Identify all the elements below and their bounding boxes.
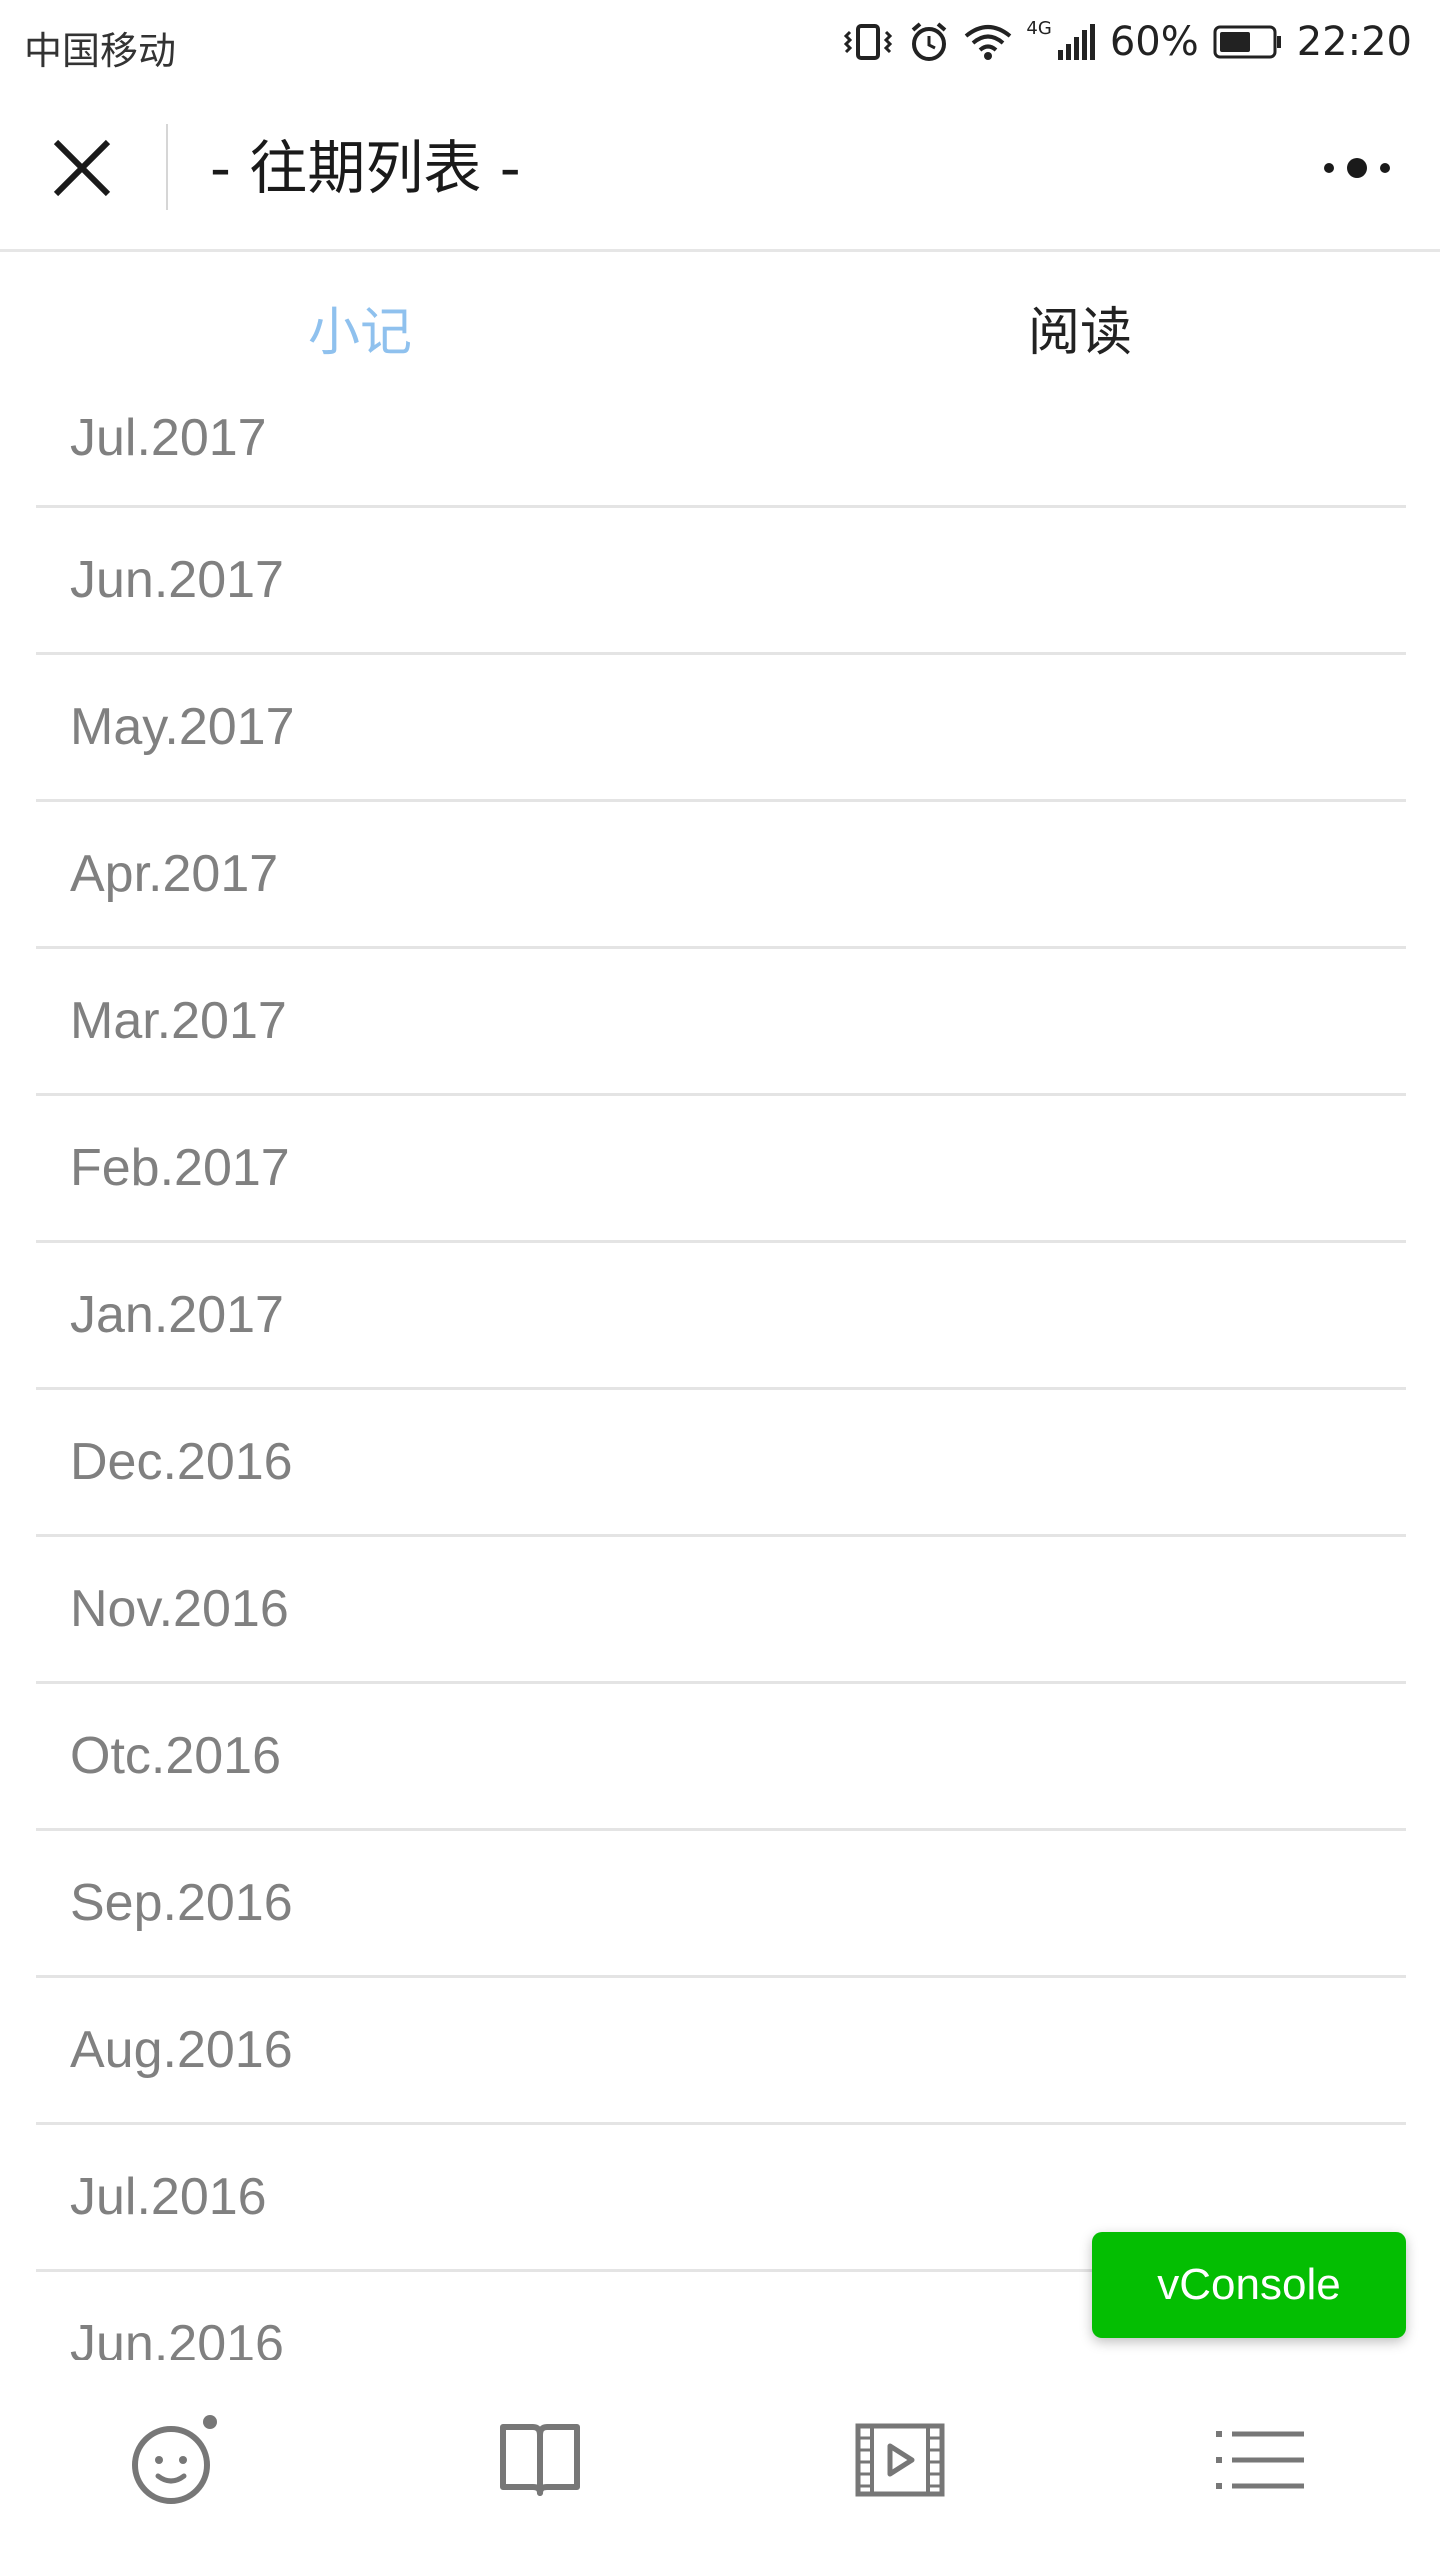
- month-label: Jun.2016: [70, 2315, 284, 2360]
- close-icon: [53, 139, 111, 197]
- alarm-icon: [912, 22, 947, 61]
- battery-percent: 60%: [1109, 19, 1199, 65]
- bottom-tab-video[interactable]: [830, 2390, 970, 2530]
- month-label: Jun.2017: [70, 551, 284, 609]
- list-item[interactable]: Otc.2016: [36, 1684, 1406, 1831]
- month-label: Nov.2016: [70, 1580, 289, 1638]
- carrier-label: 中国移动: [24, 29, 177, 73]
- bottom-tab-list[interactable]: [1190, 2390, 1330, 2530]
- list-item[interactable]: Sep.2016: [36, 1831, 1406, 1978]
- bottom-tab-reading[interactable]: [470, 2390, 610, 2530]
- list-item[interactable]: May.2017: [36, 655, 1406, 802]
- navigation-bar: - 往期列表 -: [0, 84, 1440, 252]
- bottom-tab-bar: [0, 2360, 1440, 2560]
- month-label: Dec.2016: [70, 1433, 293, 1491]
- list-item[interactable]: Dec.2016: [36, 1390, 1406, 1537]
- list-item[interactable]: Nov.2016: [36, 1537, 1406, 1684]
- list-item[interactable]: Aug.2016: [36, 1978, 1406, 2125]
- status-bar: 中国移动 4G 60% 22:20: [0, 0, 1440, 84]
- month-label: Jul.2016: [70, 2168, 267, 2226]
- list-item[interactable]: Jan.2017: [36, 1243, 1406, 1390]
- book-icon: [500, 2424, 580, 2496]
- list-item[interactable]: Feb.2017: [36, 1096, 1406, 1243]
- nav-divider: [166, 124, 168, 210]
- close-button[interactable]: [40, 126, 124, 210]
- month-label: Mar.2017: [70, 992, 287, 1050]
- list-item[interactable]: Jul.2017: [36, 370, 1406, 508]
- month-label: Jan.2017: [70, 1286, 284, 1344]
- month-label: Sep.2016: [70, 1874, 293, 1932]
- more-dots-icon: [1324, 158, 1390, 178]
- clock-time: 22:20: [1296, 19, 1412, 65]
- month-label: Aug.2016: [70, 2021, 293, 2079]
- battery-icon: [1213, 25, 1281, 59]
- list-item[interactable]: Jun.2017: [36, 508, 1406, 655]
- vconsole-button[interactable]: vConsole: [1092, 2232, 1406, 2338]
- status-icons: 4G 60% 22:20: [842, 14, 1412, 70]
- month-label: May.2017: [70, 698, 295, 756]
- network-type-label: 4G: [1026, 18, 1052, 39]
- month-label: Apr.2017: [70, 845, 279, 903]
- list-item[interactable]: Apr.2017: [36, 802, 1406, 949]
- more-options-button[interactable]: [1312, 134, 1402, 202]
- bottom-tab-face[interactable]: [106, 2390, 246, 2530]
- signal-icon: [1057, 24, 1095, 60]
- face-icon: [132, 2415, 217, 2504]
- wifi-icon: [965, 25, 1012, 60]
- video-icon: [855, 2423, 945, 2497]
- month-label: Otc.2016: [70, 1727, 282, 1785]
- list-icon: [1216, 2431, 1304, 2489]
- vibrate-icon: [844, 24, 893, 60]
- month-label: Jul.2017: [70, 408, 267, 467]
- month-label: Feb.2017: [70, 1139, 290, 1197]
- page-title: - 往期列表 -: [210, 134, 521, 202]
- list-item[interactable]: Mar.2017: [36, 949, 1406, 1096]
- month-list[interactable]: Jul.2017 Jun.2017 May.2017 Apr.2017 Mar.…: [36, 370, 1406, 2360]
